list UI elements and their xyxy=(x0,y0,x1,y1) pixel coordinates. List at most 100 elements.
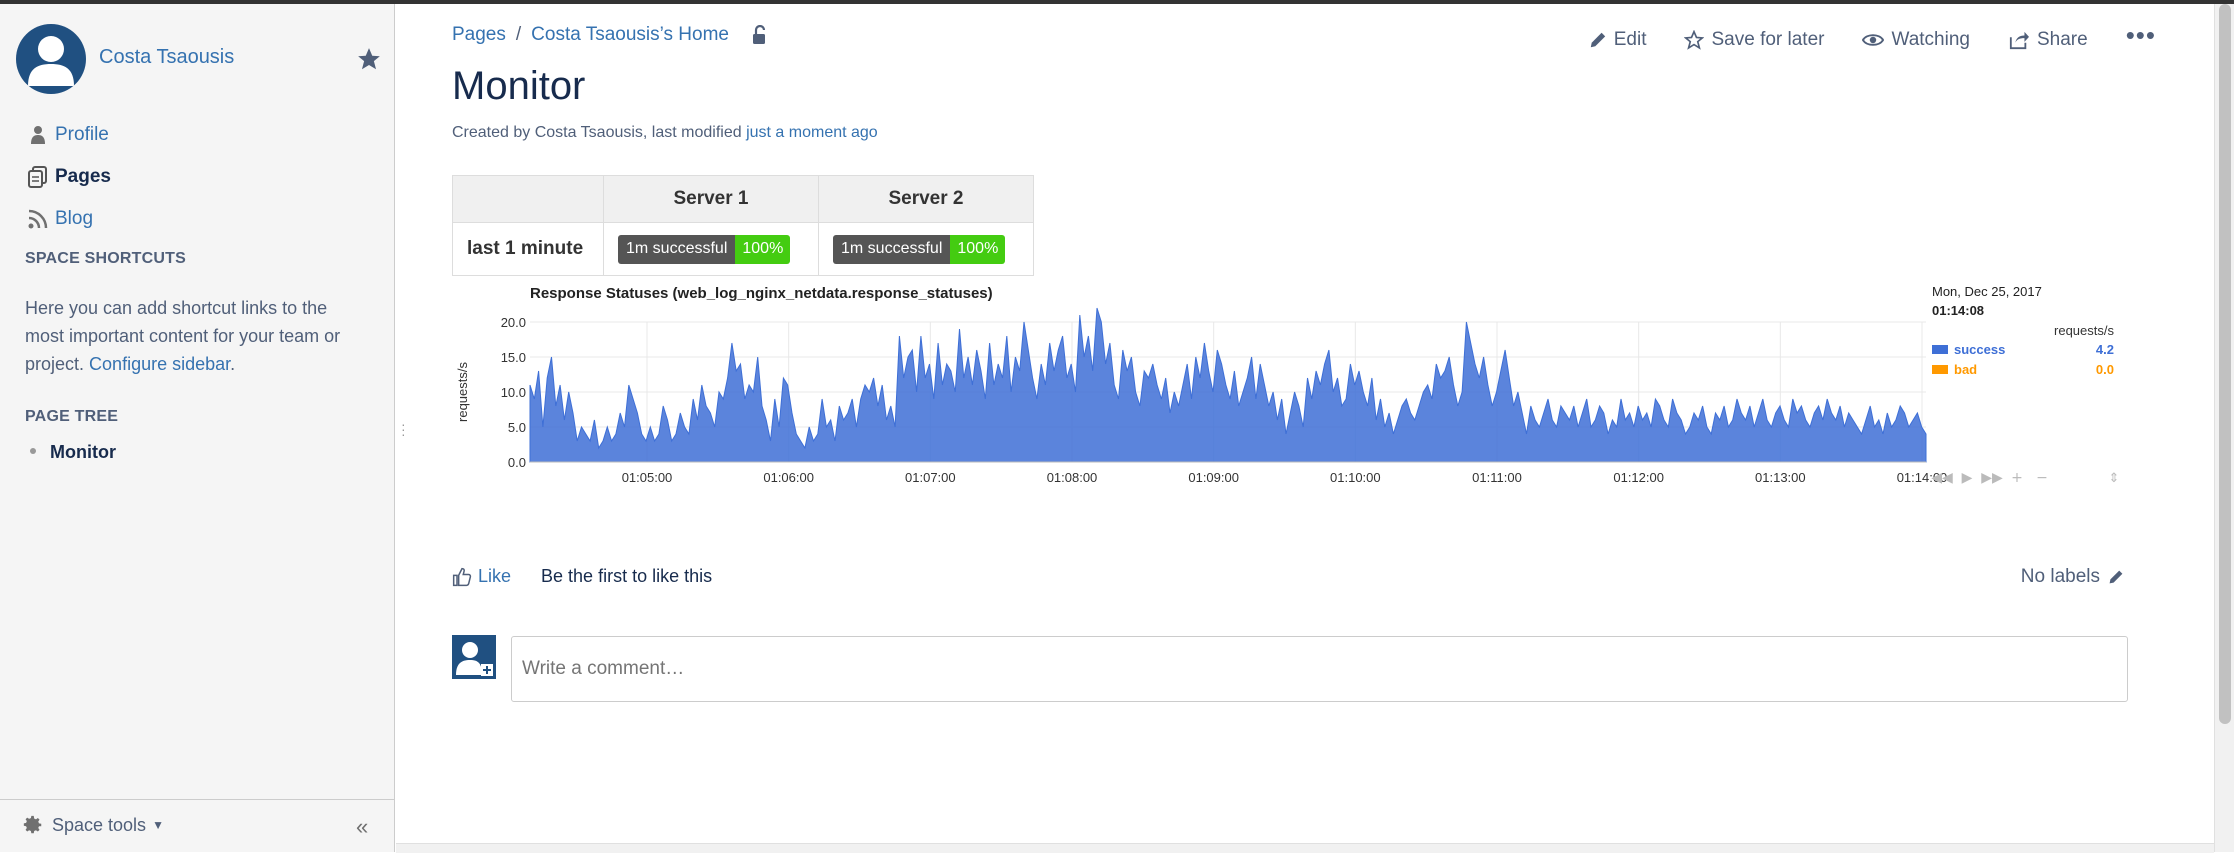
share-button[interactable]: Share xyxy=(2008,29,2088,51)
watching-button[interactable]: Watching xyxy=(1862,29,1970,51)
sidebar-item-label: Pages xyxy=(55,166,111,187)
legend-series-value: 4.2 xyxy=(2096,342,2114,357)
page-tree-heading: PAGE TREE xyxy=(25,408,119,425)
star-icon[interactable] xyxy=(356,46,382,72)
profile-name-link[interactable]: Costa Tsaousis xyxy=(99,46,234,69)
breadcrumb-home-link[interactable]: Costa Tsaousis’s Home xyxy=(531,24,729,46)
chart-control-icon[interactable]: ▶▶ xyxy=(1981,470,2003,486)
table-header-empty xyxy=(452,175,604,223)
collapse-sidebar-icon[interactable]: « xyxy=(356,814,368,840)
legend-series-value: 0.0 xyxy=(2096,362,2114,377)
x-tick-label: 01:12:00 xyxy=(1613,470,1664,485)
x-tick-label: 01:07:00 xyxy=(905,470,956,485)
response-status-chart[interactable]: Response Statuses (web_log_nginx_netdata… xyxy=(452,280,2132,500)
eye-icon xyxy=(1862,33,1885,46)
watching-label: Watching xyxy=(1891,28,1970,50)
table-header-server-2: Server 2 xyxy=(818,175,1034,223)
x-tick-label: 01:10:00 xyxy=(1330,470,1381,485)
table-row: last 1 minute 1m successful 100% 1m succe… xyxy=(452,222,1034,276)
legend-units: requests/s xyxy=(2054,323,2114,338)
badge-label: 1m successful xyxy=(833,234,951,264)
no-labels-text: No labels xyxy=(2020,566,2100,587)
sidebar-item-label: Blog xyxy=(55,208,94,229)
chevron-down-icon: ▼ xyxy=(152,818,164,832)
breadcrumb-pages-link[interactable]: Pages xyxy=(452,24,506,46)
page-title: Monitor xyxy=(452,64,586,108)
space-tools-button[interactable]: Space tools ▼ xyxy=(22,814,164,836)
chart-resize-icon[interactable]: ⇕ xyxy=(2109,471,2120,486)
bullet-icon xyxy=(30,448,36,455)
x-tick-label: 01:11:00 xyxy=(1472,470,1522,485)
chart-control-icon[interactable]: − xyxy=(2036,470,2048,486)
edit-labels-icon[interactable] xyxy=(2108,569,2124,585)
legend-swatch xyxy=(1932,345,1948,354)
thumbs-up-icon[interactable] xyxy=(452,567,472,587)
comment-input[interactable] xyxy=(511,636,2128,702)
legend-swatch xyxy=(1932,365,1948,374)
table-header-server-1: Server 1 xyxy=(603,175,819,223)
legend-time: 01:14:08 xyxy=(1932,303,1984,318)
comment-avatar xyxy=(452,635,496,679)
sidebar-item-profile[interactable]: Profile xyxy=(25,114,111,156)
unlock-icon[interactable] xyxy=(751,25,769,45)
rss-icon xyxy=(25,206,51,232)
chart-title: Response Statuses (web_log_nginx_netdata… xyxy=(530,285,993,302)
page-tree-item-label: Monitor xyxy=(50,442,116,462)
pages-icon xyxy=(25,164,51,190)
sidebar-footer: Space tools ▼ « xyxy=(0,799,394,852)
avatar[interactable] xyxy=(16,24,86,94)
sidebar: Costa Tsaousis Profile Pages Blog SPACE … xyxy=(0,4,395,852)
y-tick-label: 20.0 xyxy=(501,315,526,330)
edit-button[interactable]: Edit xyxy=(1589,28,1647,51)
like-button[interactable]: Like xyxy=(478,566,511,587)
page-metadata: Created by Costa Tsaousis, last modified… xyxy=(452,124,878,142)
space-tools-label: Space tools xyxy=(52,814,147,835)
star-outline-icon xyxy=(1684,29,1705,50)
page-meta-text: Created by Costa Tsaousis, last modified xyxy=(452,124,747,141)
table-cell: 1m successful 100% xyxy=(603,222,819,276)
chart-control-icon[interactable]: + xyxy=(2011,470,2023,486)
more-actions-icon[interactable]: ••• xyxy=(2126,20,2156,51)
badge-value: 100% xyxy=(950,234,1006,264)
user-add-icon xyxy=(456,642,493,676)
sidebar-item-blog[interactable]: Blog xyxy=(25,198,111,240)
status-table: Server 1 Server 2 last 1 minute 1m succe… xyxy=(452,175,1034,276)
sidebar-item-label: Profile xyxy=(55,124,109,145)
save-for-later-button[interactable]: Save for later xyxy=(1684,29,1824,51)
y-tick-label: 15.0 xyxy=(501,350,526,365)
x-tick-label: 01:09:00 xyxy=(1188,470,1239,485)
page-tree-item[interactable]: Monitor xyxy=(30,442,116,463)
labels-section: No labels xyxy=(2021,566,2124,588)
y-axis-label: requests/s xyxy=(455,362,470,422)
legend-date: Mon, Dec 25, 2017 xyxy=(1932,284,2042,299)
chart-canvas: Response Statuses (web_log_nginx_netdata… xyxy=(455,284,2120,486)
edit-label: Edit xyxy=(1613,28,1647,50)
badge-value: 100% xyxy=(735,234,791,264)
status-badge[interactable]: 1m successful 100% xyxy=(618,234,791,264)
breadcrumb-separator: / xyxy=(515,24,522,45)
table-cell: 1m successful 100% xyxy=(818,222,1034,276)
x-tick-label: 01:05:00 xyxy=(622,470,673,485)
space-shortcuts-heading: SPACE SHORTCUTS xyxy=(25,250,186,267)
sidebar-resize-handle[interactable]: · · · xyxy=(401,417,406,441)
gear-icon xyxy=(23,815,42,834)
share-icon xyxy=(2009,31,2029,49)
save-for-later-label: Save for later xyxy=(1711,28,1825,50)
x-tick-label: 01:08:00 xyxy=(1047,470,1098,485)
sidebar-profile: Costa Tsaousis xyxy=(16,24,386,96)
share-label: Share xyxy=(2036,28,2088,50)
sidebar-item-pages[interactable]: Pages xyxy=(25,156,111,198)
table-header-row: Server 1 Server 2 xyxy=(452,175,1034,223)
chart-control-icon[interactable]: ▶ xyxy=(1962,470,1973,486)
status-badge[interactable]: 1m successful 100% xyxy=(833,234,1006,264)
series-area-success xyxy=(529,307,1927,463)
last-modified-link[interactable]: just a moment ago xyxy=(746,124,878,141)
shortcuts-period: . xyxy=(230,354,236,374)
like-section: Like Be the first to like this xyxy=(452,566,712,587)
user-avatar-icon xyxy=(28,36,74,86)
vertical-scrollbar[interactable] xyxy=(2214,4,2234,852)
configure-sidebar-link[interactable]: Configure sidebar xyxy=(89,354,230,374)
scrollbar-thumb[interactable] xyxy=(2219,4,2231,724)
chart-control-icon[interactable]: ◀◀ xyxy=(1931,470,1953,486)
y-tick-label: 5.0 xyxy=(508,420,526,435)
